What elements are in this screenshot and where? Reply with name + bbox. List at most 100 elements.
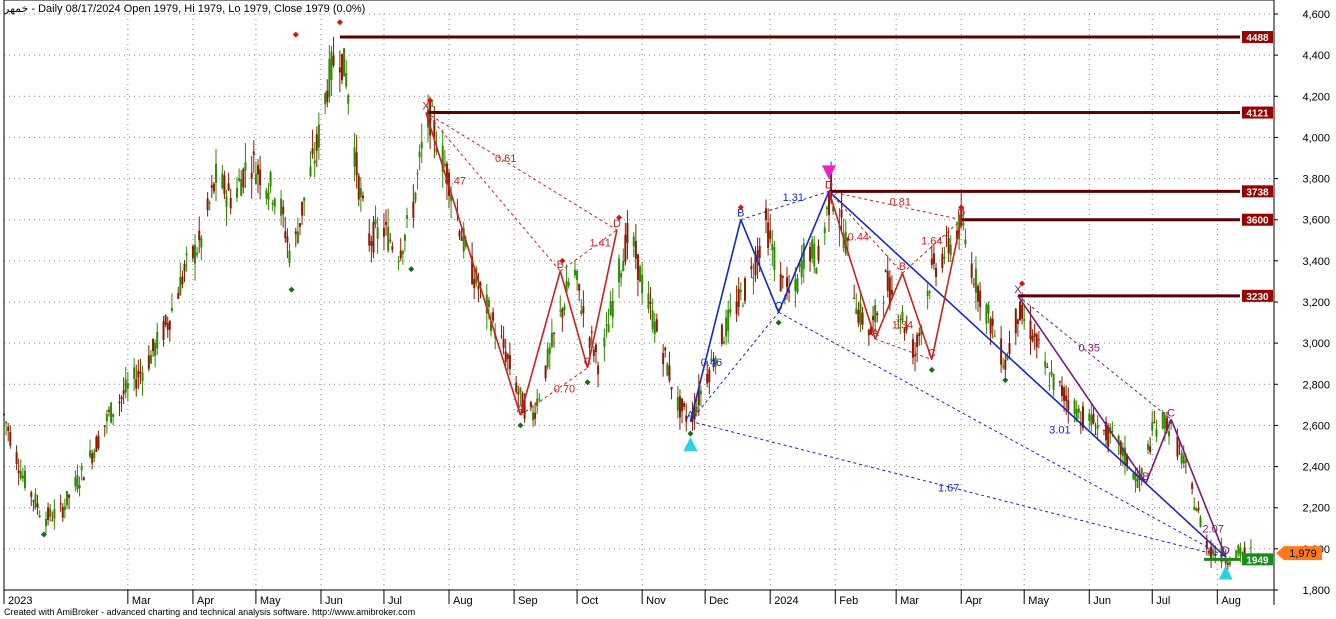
- candle-body: [949, 244, 952, 256]
- candle-body: [124, 379, 127, 393]
- pattern-ratio-line: [1017, 295, 1172, 420]
- candle-body: [34, 493, 37, 507]
- candle-body: [725, 317, 728, 337]
- candle-body: [183, 263, 186, 272]
- candle-body: [1004, 360, 1007, 370]
- candle-body: [91, 453, 94, 464]
- pattern-ratio-line: [425, 112, 618, 231]
- candle-body: [460, 236, 463, 241]
- x-tick-label: Aug: [1221, 595, 1241, 607]
- candle-body: [63, 506, 66, 511]
- candle-body: [1237, 545, 1240, 554]
- candle-body: [699, 390, 702, 395]
- candle-body: [15, 452, 18, 465]
- candle-body: [298, 223, 301, 227]
- candle-body: [458, 231, 461, 237]
- candle-body: [250, 172, 253, 179]
- candle-body: [1168, 431, 1171, 437]
- x-tick-label: Jul: [388, 595, 402, 607]
- candle-body: [23, 470, 26, 489]
- candle-body: [1088, 413, 1091, 421]
- pattern-ratio-label: 1.31: [783, 192, 804, 204]
- candle-body: [620, 272, 623, 278]
- candle-body: [97, 435, 100, 449]
- candle-body: [1016, 319, 1019, 324]
- last-price-label: 1,979: [1289, 548, 1317, 560]
- y-tick-label: 1,800: [1302, 585, 1330, 597]
- candle-body: [989, 318, 992, 334]
- candle-body: [7, 426, 10, 431]
- candle-body: [678, 396, 681, 418]
- candle-body: [221, 173, 224, 189]
- pattern-leg: [828, 190, 1227, 558]
- candle-body: [825, 207, 828, 210]
- pattern-leg: [689, 219, 742, 422]
- candle-body: [311, 148, 314, 155]
- candle-body: [170, 308, 173, 311]
- candle-body: [1180, 452, 1183, 464]
- candle-body: [212, 183, 215, 192]
- candle-body: [206, 198, 209, 211]
- candle-body: [872, 315, 875, 321]
- candle-body: [338, 67, 341, 73]
- candle-body: [162, 321, 165, 340]
- candle-body: [993, 335, 996, 337]
- y-tick-label: 3,200: [1302, 297, 1330, 309]
- candle-body: [403, 234, 406, 241]
- candle-body: [74, 477, 77, 487]
- candle-body: [1046, 366, 1049, 369]
- y-tick-label: 3,400: [1302, 256, 1330, 268]
- candle-body: [970, 263, 973, 278]
- candle-body: [1031, 335, 1034, 342]
- candle-body: [368, 233, 371, 246]
- candle-body: [769, 230, 772, 239]
- candle-body: [492, 312, 495, 321]
- resistance-levels: 4488 4121 3738 3600 3230: [339, 31, 1273, 303]
- candle-body: [1096, 424, 1099, 429]
- candle-body: [397, 261, 400, 263]
- pattern-point-label: C: [775, 300, 783, 312]
- candle-body: [303, 197, 306, 202]
- candle-body: [374, 219, 377, 225]
- candle-body: [796, 278, 799, 293]
- candle-body: [112, 414, 115, 417]
- candle-body: [874, 305, 877, 323]
- candle-body: [65, 491, 68, 506]
- candle-body: [594, 344, 597, 352]
- candle-body: [110, 402, 113, 423]
- y-tick-label: 4,400: [1302, 50, 1330, 62]
- candle-body: [76, 475, 79, 490]
- candle-body: [941, 253, 944, 269]
- price-chart[interactable]: 4488 4121 3738 3600 3230 X A B C D 0.61 0.47 1.41 0.…: [0, 0, 1336, 619]
- candle-body: [538, 398, 541, 400]
- candle-body: [44, 518, 47, 527]
- candle-body: [473, 278, 476, 289]
- candle-body: [609, 301, 612, 315]
- candle-body: [1151, 422, 1154, 431]
- candle-body: [340, 54, 343, 81]
- pattern-point-label: B: [899, 261, 906, 273]
- candle-body: [53, 508, 56, 519]
- candle-body: [683, 403, 686, 407]
- candle-body: [603, 337, 606, 347]
- candle-body: [729, 308, 732, 313]
- candle-body: [1197, 508, 1200, 511]
- candle-body: [618, 258, 621, 283]
- candle-body: [391, 246, 394, 250]
- candle-body: [1052, 374, 1055, 390]
- candle-body: [720, 324, 723, 344]
- candle-body: [666, 363, 669, 376]
- candle-body: [727, 310, 730, 332]
- candle-body: [1008, 342, 1011, 354]
- candle-body: [93, 451, 96, 459]
- candle-body: [857, 309, 860, 323]
- candle-body: [30, 492, 33, 497]
- candle-body: [1239, 547, 1242, 557]
- pattern-leg: [740, 219, 780, 313]
- pattern-point-label: A: [517, 403, 525, 415]
- candle-body: [544, 365, 547, 379]
- x-tick-label: Aug: [453, 595, 473, 607]
- candle-body: [785, 277, 788, 288]
- candle-body: [416, 173, 419, 175]
- candle-body: [32, 500, 35, 502]
